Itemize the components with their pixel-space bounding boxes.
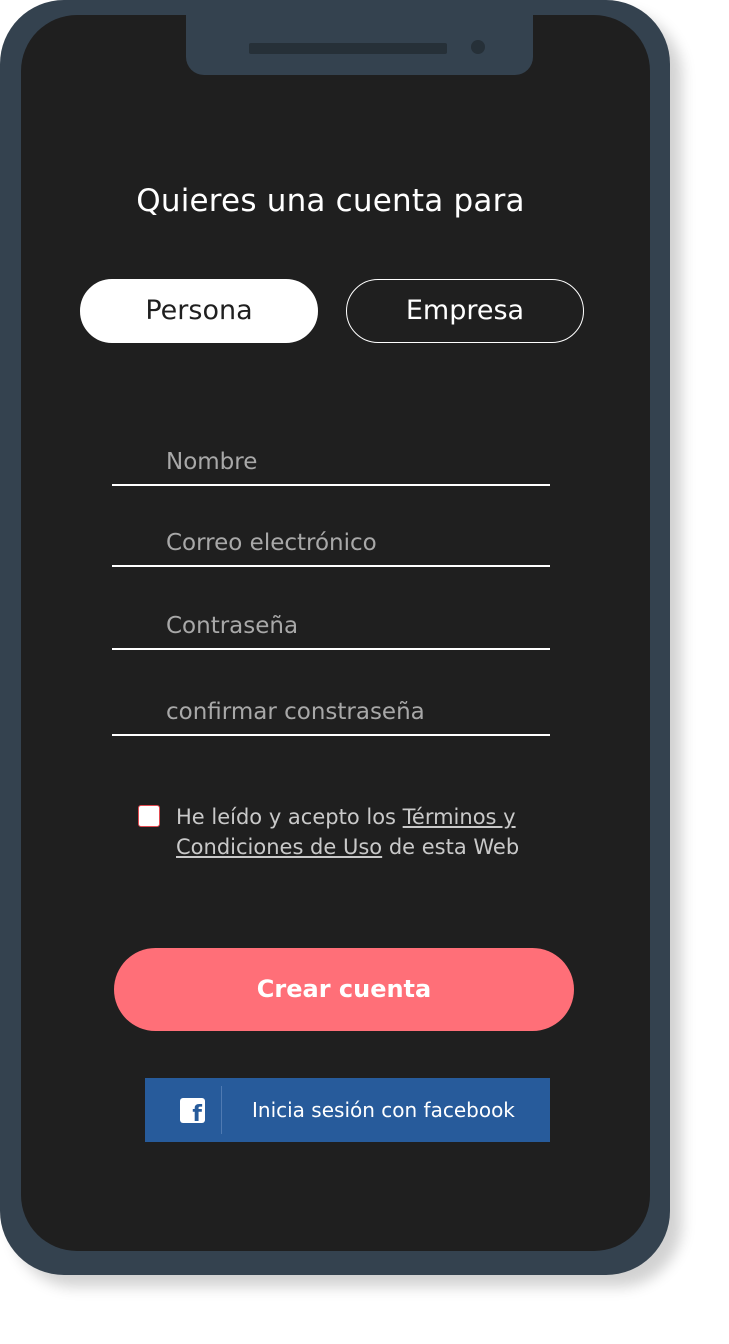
email-input[interactable] xyxy=(112,521,550,565)
confirm-password-field xyxy=(112,690,550,736)
create-account-button[interactable]: Crear cuenta xyxy=(114,948,574,1031)
email-field xyxy=(112,521,550,567)
name-input[interactable] xyxy=(112,440,550,484)
password-field xyxy=(112,604,550,650)
terms-checkbox[interactable] xyxy=(138,805,160,827)
phone-frame: Quieres una cuenta para Persona Empresa … xyxy=(0,0,670,1275)
facebook-login-button[interactable]: f Inicia sesión con facebook xyxy=(145,1078,550,1142)
facebook-icon: f xyxy=(180,1098,205,1123)
facebook-login-label: Inicia sesión con facebook xyxy=(252,1098,515,1122)
terms-suffix: de esta Web xyxy=(382,835,520,859)
front-camera xyxy=(471,40,485,54)
password-input[interactable] xyxy=(112,604,550,648)
page-title: Quieres una cuenta para xyxy=(136,183,525,219)
account-type-persona-button[interactable]: Persona xyxy=(80,279,318,343)
confirm-password-input[interactable] xyxy=(112,690,550,734)
speaker-grille xyxy=(249,43,447,54)
name-field xyxy=(112,440,550,486)
terms-prefix: He leído y acepto los xyxy=(176,805,403,829)
terms-text: He leído y acepto los Términos y Condici… xyxy=(176,802,546,862)
facebook-button-divider xyxy=(221,1086,222,1134)
account-type-empresa-button[interactable]: Empresa xyxy=(346,279,584,343)
phone-notch xyxy=(186,15,533,75)
